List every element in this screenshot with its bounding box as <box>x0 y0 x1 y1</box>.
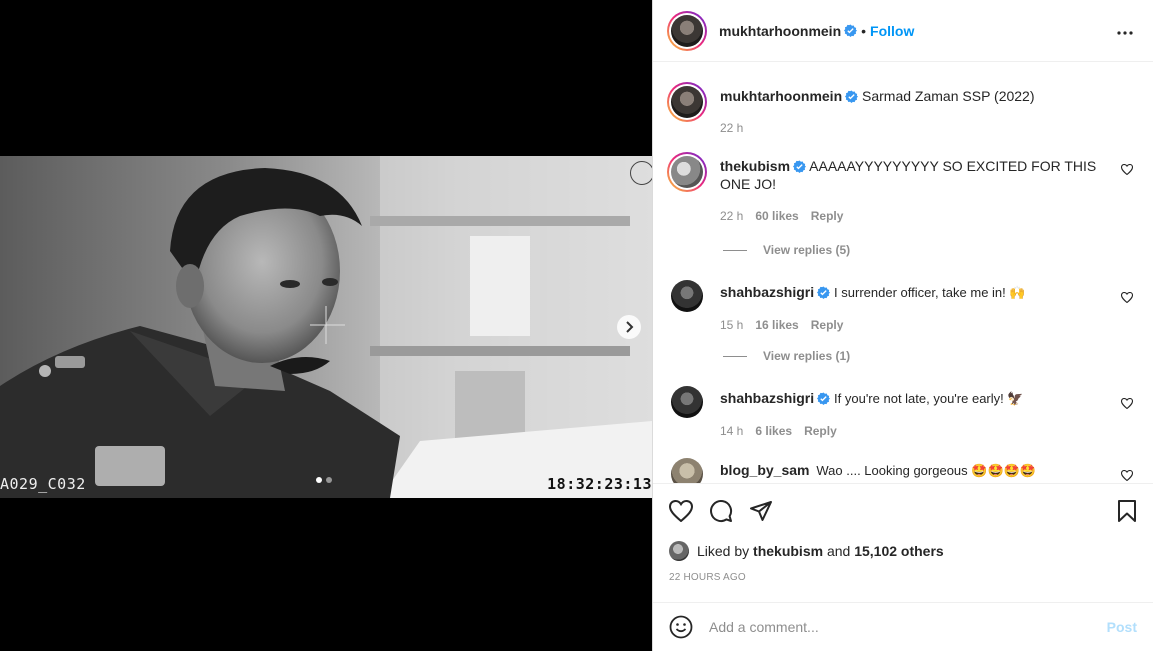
verified-badge-icon <box>793 160 807 173</box>
reply-button[interactable]: Reply <box>804 422 837 440</box>
comment-username[interactable]: shahbazshigri <box>720 284 814 300</box>
comment-button[interactable] <box>709 499 733 523</box>
post-header: mukhtarhoonmein • Follow <box>653 0 1153 62</box>
comment-time: 15 h <box>720 318 744 332</box>
liked-by-user[interactable]: thekubism <box>753 543 823 559</box>
separator-dot: • <box>861 22 867 39</box>
comment-icon <box>710 500 733 522</box>
chevron-right-icon <box>626 321 634 333</box>
post-photo[interactable] <box>0 156 652 498</box>
view-replies-button[interactable]: View replies (1) <box>723 349 850 363</box>
share-icon <box>750 501 772 521</box>
comment-username[interactable]: shahbazshigri <box>720 390 814 406</box>
more-options-icon <box>1117 31 1133 35</box>
caption-time: 22 h <box>720 121 744 135</box>
verified-badge-icon <box>817 286 831 299</box>
liked-by-others[interactable]: 15,102 others <box>854 543 944 559</box>
post-media: A029_C032 18:32:23:13 <box>0 0 652 651</box>
record-indicator <box>630 161 652 185</box>
view-replies-label: View replies (1) <box>763 349 851 363</box>
heart-icon <box>1120 163 1134 176</box>
heart-icon <box>669 500 693 522</box>
reply-button[interactable]: Reply <box>811 316 844 334</box>
reply-button[interactable]: Reply <box>811 207 844 225</box>
follow-button[interactable]: Follow <box>870 23 914 39</box>
next-slide-button[interactable] <box>617 315 641 339</box>
comment-item: thekubism AAAAAYYYYYYYYY SO EXCITED FOR … <box>667 152 1139 225</box>
like-comment-button[interactable] <box>1120 162 1134 178</box>
comment-username[interactable]: blog_by_sam <box>720 462 809 478</box>
comment-likes[interactable]: 6 likes <box>755 422 792 440</box>
emoji-icon <box>669 615 693 639</box>
like-comment-button[interactable] <box>1120 290 1134 306</box>
post-actions <box>653 483 1153 538</box>
timecode-left: A029_C032 <box>0 475 86 493</box>
comment-input[interactable] <box>709 619 1089 635</box>
share-button[interactable] <box>749 499 773 523</box>
replies-divider <box>723 355 747 357</box>
post-comment-button[interactable]: Post <box>1107 619 1137 635</box>
author-username[interactable]: mukhtarhoonmein <box>719 23 841 39</box>
comment-item: blog_by_sam Wao .... Looking gorgeous 🤩🤩… <box>667 458 1139 483</box>
heart-icon <box>1120 291 1134 304</box>
save-button[interactable] <box>1117 500 1137 525</box>
caption-row: mukhtarhoonmein Sarmad Zaman SSP (2022) … <box>667 82 1139 137</box>
caption-text: Sarmad Zaman SSP (2022) <box>862 88 1035 104</box>
comments-list: mukhtarhoonmein Sarmad Zaman SSP (2022) … <box>653 62 1153 483</box>
likes-summary: Liked by thekubism and 15,102 others <box>669 541 944 561</box>
comment-time: 14 h <box>720 424 744 438</box>
photo-illustration <box>0 156 652 498</box>
heart-icon <box>1120 469 1134 482</box>
comment-item: shahbazshigri If you're not late, you're… <box>667 386 1139 440</box>
comment-avatar[interactable] <box>671 280 703 312</box>
emoji-button[interactable] <box>669 615 693 639</box>
timecode-right: 18:32:23:13 <box>547 475 652 493</box>
liker-avatar <box>669 541 689 561</box>
caption-avatar[interactable] <box>667 82 707 122</box>
comment-time: 22 h <box>720 209 744 223</box>
more-options-button[interactable] <box>1117 22 1133 38</box>
carousel-dot <box>316 477 322 483</box>
comment-username[interactable]: thekubism <box>720 158 790 174</box>
verified-badge-icon <box>844 24 858 37</box>
comment-avatar[interactable] <box>671 458 703 483</box>
comment-text: I surrender officer, take me in! 🙌 <box>834 285 1026 300</box>
replies-divider <box>723 249 747 251</box>
like-comment-button[interactable] <box>1120 396 1134 412</box>
view-replies-label: View replies (5) <box>763 243 851 257</box>
liked-by-and: and <box>826 543 851 559</box>
view-replies-button[interactable]: View replies (5) <box>723 243 850 257</box>
author-avatar[interactable] <box>667 10 707 51</box>
comment-avatar[interactable] <box>671 386 703 418</box>
comment-likes[interactable]: 16 likes <box>755 316 798 334</box>
comment-likes[interactable]: 60 likes <box>755 207 798 225</box>
post-panel: mukhtarhoonmein • Follow mukhtarhoonmein… <box>652 0 1153 651</box>
comment-item: shahbazshigri I surrender officer, take … <box>667 280 1139 334</box>
carousel-dots <box>316 477 332 483</box>
heart-icon <box>1120 397 1134 410</box>
add-comment-bar: Post <box>653 602 1153 651</box>
carousel-dot <box>326 477 332 483</box>
caption-username[interactable]: mukhtarhoonmein <box>720 88 842 104</box>
like-comment-button[interactable] <box>1120 468 1134 483</box>
comment-text: If you're not late, you're early! 🦅 <box>834 391 1024 406</box>
bookmark-icon <box>1118 500 1136 522</box>
verified-badge-icon <box>845 90 859 103</box>
comment-avatar[interactable] <box>667 152 707 192</box>
like-button[interactable] <box>669 500 693 522</box>
post-date: 22 HOURS AGO <box>669 572 746 583</box>
comment-text: Wao .... Looking gorgeous 🤩🤩🤩🤩 <box>816 463 1037 478</box>
liked-by-prefix: Liked by <box>697 543 750 559</box>
verified-badge-icon <box>817 392 831 405</box>
